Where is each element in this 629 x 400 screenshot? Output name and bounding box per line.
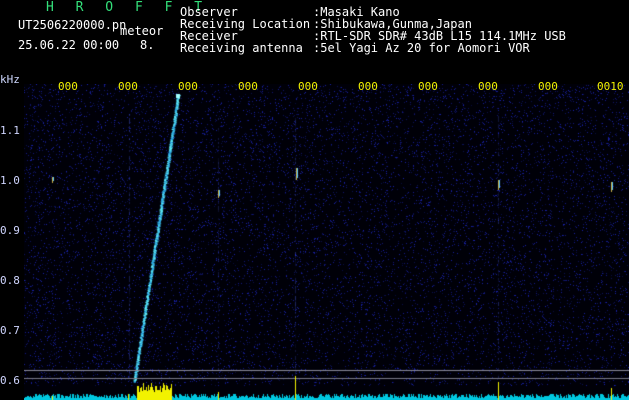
- hrofft-window: H R O F F T UT2506220000.pn meteor 25.06…: [0, 0, 629, 400]
- spectrogram-plot: [24, 84, 629, 400]
- antenna-value: :5el Yagi Az 20 for Aomori VOR: [313, 41, 530, 55]
- x-tick-label: 000: [538, 80, 558, 93]
- file-name: UT2506220000.pn: [18, 18, 127, 32]
- date-time: 25.06.22 00:00: [18, 38, 120, 52]
- file-tag: meteor: [120, 24, 164, 38]
- y-tick-label: 1.0: [0, 174, 20, 187]
- y-tick-label: 0.6: [0, 374, 20, 387]
- y-tick-label: 1.1: [0, 124, 20, 137]
- x-tick-label: 000: [178, 80, 198, 93]
- x-tick-label: 000: [478, 80, 498, 93]
- x-tick-label: 000: [118, 80, 138, 93]
- x-tick-label: 000: [358, 80, 378, 93]
- frequency-unit-label: kHz: [0, 73, 20, 86]
- y-tick-label: 0.9: [0, 224, 20, 237]
- y-tick-label: 0.8: [0, 274, 20, 287]
- y-tick-label: 0.7: [0, 324, 20, 337]
- x-tick-label: 000: [418, 80, 438, 93]
- x-tick-label: 000: [58, 80, 78, 93]
- line-number: 8.: [140, 38, 155, 52]
- antenna-label: Receiving antenna: [180, 41, 303, 55]
- x-tick-label: 000: [298, 80, 318, 93]
- x-tick-label: 000: [238, 80, 258, 93]
- x-tick-label: 0010: [597, 80, 624, 93]
